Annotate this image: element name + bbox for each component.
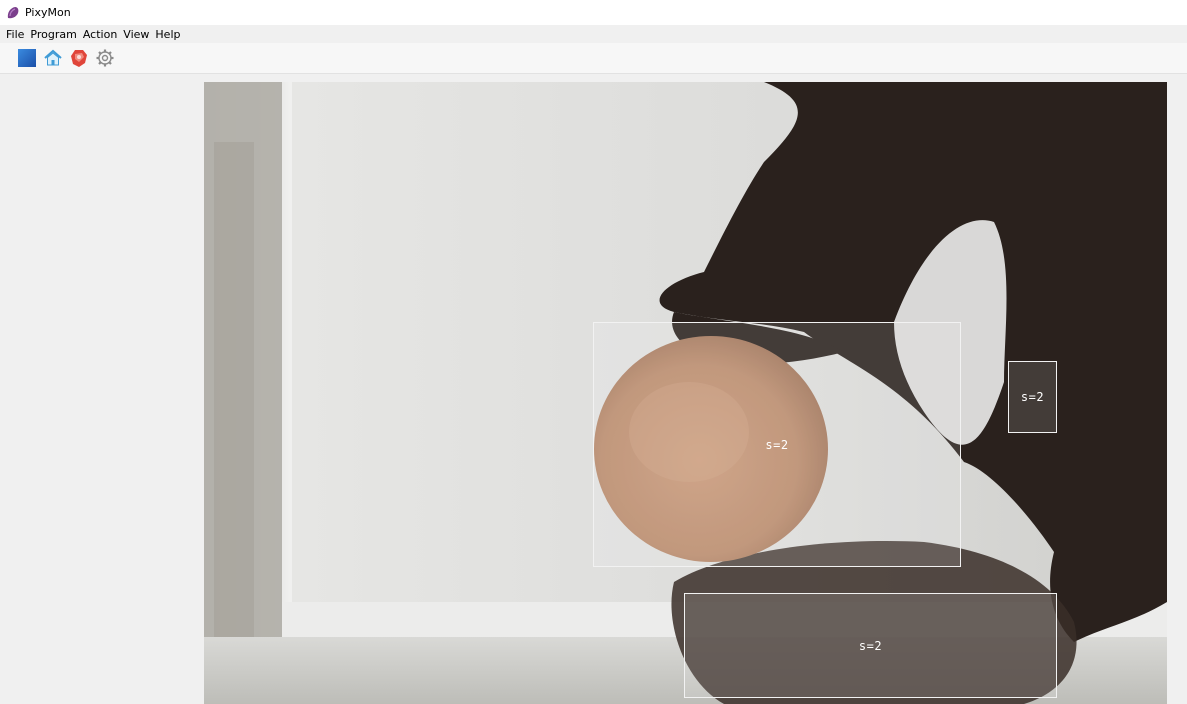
detection-box[interactable]: s=2 [684, 593, 1057, 698]
pixymon-window: PixyMon File Program Action View Help s=… [0, 0, 1187, 704]
app-icon [7, 6, 19, 18]
detection-box[interactable]: s=2 [1008, 361, 1057, 433]
stop-icon [18, 49, 36, 67]
menu-action[interactable]: Action [83, 28, 117, 41]
menu-view[interactable]: View [123, 28, 149, 41]
pixy-icon [71, 50, 87, 67]
stop-button[interactable] [16, 47, 38, 69]
detection-label: s=2 [1020, 390, 1045, 404]
home-button[interactable] [42, 47, 64, 69]
menu-help[interactable]: Help [155, 28, 180, 41]
menu-file[interactable]: File [6, 28, 24, 41]
pixy-button[interactable] [68, 47, 90, 69]
title-bar: PixyMon [0, 0, 1187, 25]
toolbar [0, 43, 1187, 74]
detection-box[interactable]: s=2 [593, 322, 961, 567]
home-icon [44, 49, 62, 66]
configure-button[interactable] [94, 47, 116, 69]
menu-bar: File Program Action View Help [0, 25, 1187, 43]
detection-label: s=2 [858, 638, 883, 653]
detection-label: s=2 [765, 437, 789, 452]
camera-view[interactable]: s=2 s=2 s=2 [204, 82, 1167, 704]
menu-program[interactable]: Program [30, 28, 76, 41]
gear-icon [96, 49, 114, 67]
window-title: PixyMon [25, 6, 71, 19]
